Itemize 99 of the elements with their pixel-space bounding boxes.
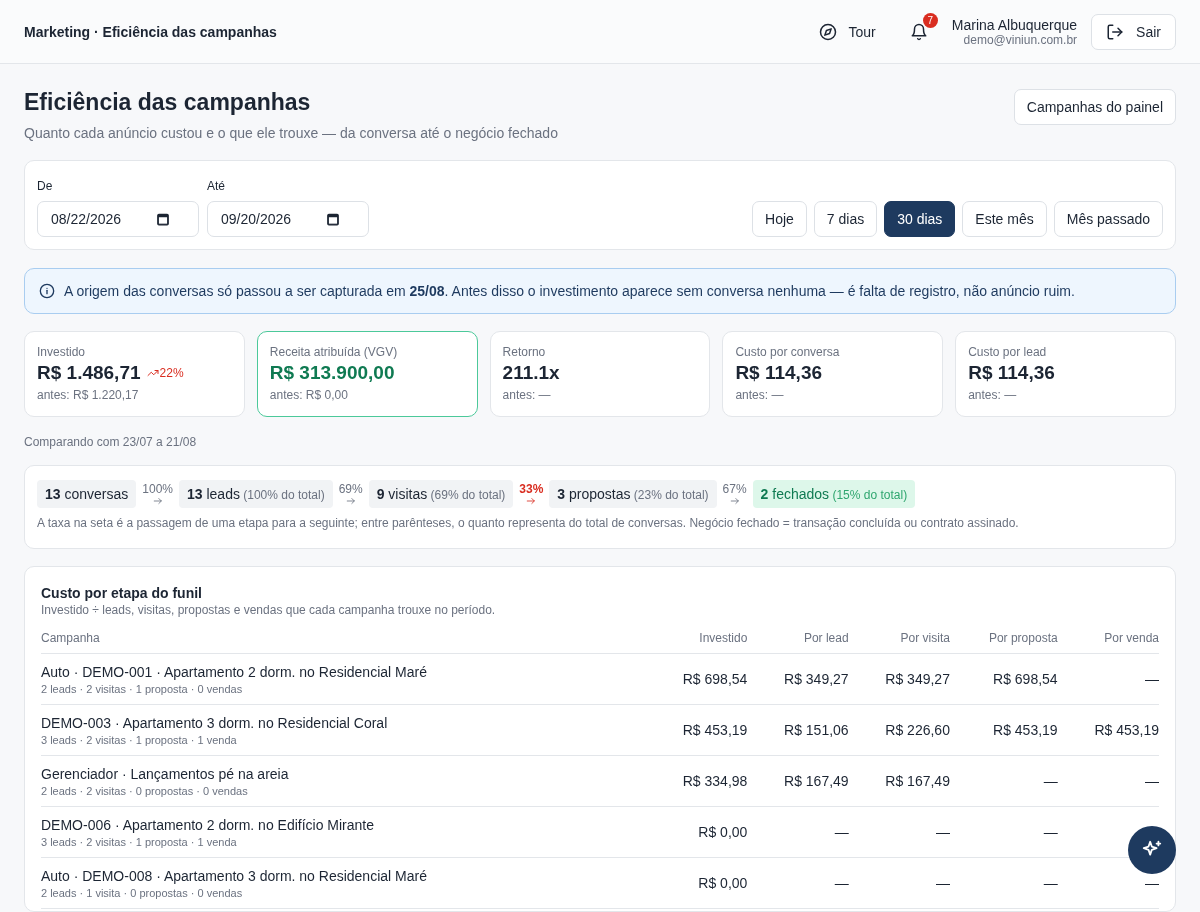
- campaign-details: 3 leads · 2 visitas · 1 proposta · 1 venda: [41, 835, 238, 848]
- date-field[interactable]: 09/20/2026: [207, 201, 369, 237]
- kpi-previous: antes: —: [968, 388, 1018, 402]
- kpi-previous: antes: R$ 0,00: [269, 388, 349, 402]
- kpi-label: Retorno: [502, 345, 547, 359]
- kpi-previous: antes: —: [735, 388, 785, 402]
- kpi-label: Investido: [37, 345, 87, 359]
- campaign-details: 2 leads · 2 visitas · 0 propostas · 0 vendas: [41, 784, 249, 797]
- campaign-details: 2 leads · 2 visitas · 1 proposta · 0 vendas: [41, 682, 244, 695]
- table-cell: —: [834, 875, 849, 891]
- table-cell: —: [834, 824, 849, 840]
- funnel-stage: 13 conversas: [37, 480, 137, 508]
- trend-up-icon: [146, 367, 159, 379]
- table-cell: R$ 349,27: [784, 671, 849, 687]
- table-cell: —: [1043, 773, 1058, 789]
- funnel-stage: 2 fechados (15% do total): [752, 480, 916, 508]
- funnel-stage: 13 leads (100% do total): [179, 480, 333, 508]
- kpi-previous: antes: —: [502, 388, 552, 402]
- range-button[interactable]: 7 dias: [813, 201, 878, 237]
- breadcrumb: Marketing · Eficiência das campanhas: [24, 23, 277, 40]
- table-cell: R$ 226,60: [885, 722, 950, 738]
- table-cell: R$ 0,00: [698, 875, 748, 891]
- column-header: Investido: [646, 631, 748, 654]
- column-header: Por proposta: [949, 631, 1058, 654]
- table-cell: —: [1145, 875, 1159, 891]
- user-email: demo@viniun.com.br: [962, 32, 1078, 47]
- campaign-name: Gerenciador · Lançamentos pé na areia: [41, 765, 290, 782]
- kpi-value: R$ 114,36: [968, 362, 1055, 384]
- table-cell: R$ 151,06: [784, 722, 849, 738]
- bell-icon: [909, 22, 928, 41]
- table-cell: R$ 334,98: [682, 773, 748, 789]
- date-field[interactable]: 08/22/2026: [37, 201, 199, 237]
- compass-icon: [818, 22, 837, 41]
- campaign-name: DEMO-006 · Apartamento 2 dorm. no Edifício Mirante: [41, 816, 376, 833]
- table-cell: —: [1043, 824, 1058, 840]
- tour-button[interactable]: Tour: [808, 16, 886, 47]
- arrow-right-icon: [152, 496, 163, 506]
- logout-icon: [1106, 22, 1125, 41]
- kpi-delta: 22%: [146, 366, 184, 380]
- kpi-label: Custo por conversa: [735, 345, 841, 359]
- kpi-label: Receita atribuída (VGV): [269, 345, 399, 359]
- table-cell: R$ 453,19: [1094, 722, 1159, 738]
- user-name: Marina Albuquerque: [951, 16, 1078, 33]
- calendar-icon: [326, 212, 340, 226]
- info-icon: [39, 283, 55, 299]
- comparison-text: Comparando com 23/07 a 21/08: [24, 435, 198, 449]
- kpi-value: R$ 313.900,00: [269, 362, 395, 384]
- arrow-right-icon: [345, 496, 356, 506]
- column-header: Campanha: [41, 631, 647, 654]
- table-cell: R$ 453,19: [993, 722, 1058, 738]
- arrow-right-icon: [729, 496, 740, 506]
- field-label: De: [37, 179, 54, 193]
- kpi-value: R$ 114,36: [735, 362, 823, 384]
- column-header: Por venda: [1057, 631, 1159, 654]
- range-button[interactable]: 30 dias: [884, 201, 956, 237]
- arrow-right-icon: [526, 496, 537, 506]
- table-cell: —: [935, 824, 950, 840]
- table-cell: R$ 167,49: [784, 773, 849, 789]
- calendar-icon: [156, 212, 170, 226]
- conversion-rate: 69%: [338, 482, 363, 496]
- campaign-details: 2 leads · 1 visita · 0 propostas · 0 vendas: [41, 886, 244, 899]
- table-cell: R$ 453,19: [682, 722, 748, 738]
- info-text: A origem das conversas só passou a ser capturada em 25/08. Antes disso o investimento aparece sem conversa nenhuma — é falta de registro, não anúncio ruim.: [64, 283, 1075, 299]
- table-cell: —: [935, 875, 950, 891]
- page-subtitle: Quanto cada anúncio custou e o que ele trouxe — da conversa até o negócio fechado: [24, 125, 558, 141]
- range-button[interactable]: Mês passado: [1053, 201, 1163, 237]
- kpi-value: 211.1x: [502, 362, 560, 384]
- range-button[interactable]: Hoje: [752, 201, 807, 237]
- notification-badge: 7: [922, 12, 938, 28]
- conversion-rate: 100%: [142, 482, 173, 496]
- campaign-name: Auto · DEMO-008 · Apartamento 3 dorm. no Residencial Maré: [41, 867, 428, 884]
- field-label: Até: [207, 179, 226, 193]
- table-cell: R$ 698,54: [993, 671, 1058, 687]
- table-cell: R$ 0,00: [698, 824, 748, 840]
- table-cell: —: [1145, 773, 1159, 789]
- table-cell: R$ 167,49: [885, 773, 950, 789]
- funnel-stage: 3 propostas (23% do total): [549, 480, 717, 508]
- conversion-rate: 67%: [722, 482, 747, 496]
- table-cell: —: [1043, 875, 1058, 891]
- range-button[interactable]: Este mês: [962, 201, 1047, 237]
- campaign-details: 3 leads · 2 visitas · 1 proposta · 1 venda: [41, 733, 238, 746]
- kpi-value: R$ 1.486,71: [37, 362, 141, 384]
- campaign-name: Auto · DEMO-001 · Apartamento 2 dorm. no Residencial Maré: [41, 663, 428, 680]
- column-header: Por visita: [848, 631, 950, 654]
- column-header: Por lead: [747, 631, 849, 654]
- kpi-previous: antes: R$ 1.220,17: [37, 388, 140, 402]
- table-cell: R$ 698,54: [682, 671, 748, 687]
- funnel-stage: 9 visitas (69% do total): [368, 480, 514, 508]
- kpi-label: Custo por lead: [968, 345, 1048, 359]
- table-cell: —: [1145, 671, 1159, 687]
- page-title: Eficiência das campanhas: [24, 89, 312, 116]
- campaigns-button[interactable]: Campanhas do painel: [1013, 89, 1176, 125]
- table-cell: R$ 349,27: [885, 671, 950, 687]
- funnel-note: A taxa na seta é a passagem de uma etapa para a seguinte; entre parênteses, o quanto representa do total de conversas. Negócio fechado = transação concluída ou contrato assinado.: [37, 516, 1020, 530]
- campaign-name: DEMO-003 · Apartamento 3 dorm. no Residencial Coral: [41, 714, 389, 731]
- logout-button[interactable]: Sair: [1091, 13, 1176, 50]
- table-title: Custo por etapa do funil: [41, 585, 203, 601]
- conversion-rate: 33%: [519, 482, 544, 496]
- table-subtitle: Investido ÷ leads, visitas, propostas e vendas que cada campanha trouxe no período.: [41, 603, 497, 617]
